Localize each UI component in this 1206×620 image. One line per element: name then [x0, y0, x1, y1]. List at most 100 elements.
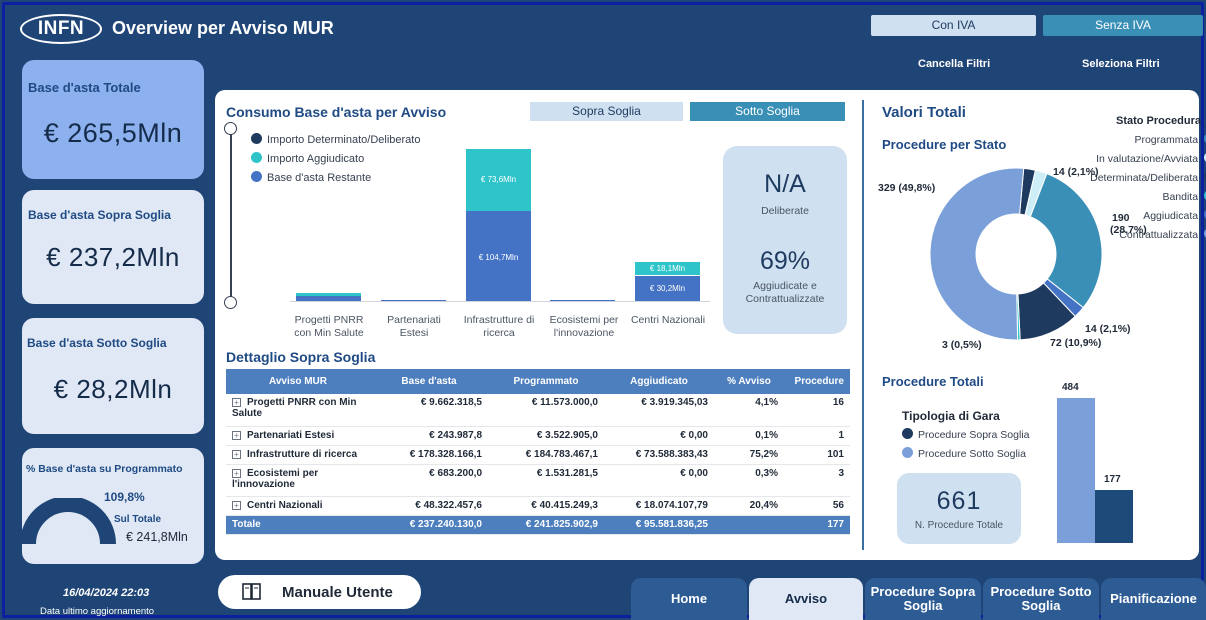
cell: 0,1%	[714, 426, 784, 446]
manuale-utente-label: Manuale Utente	[282, 583, 393, 601]
tab-procedure-sotto-soglia[interactable]: Procedure Sotto Soglia	[983, 578, 1099, 620]
legend-item-sotto[interactable]: Procedure Sotto Soglia	[902, 447, 1026, 460]
category-label: Ecosistemi per l'innovazione	[549, 314, 619, 339]
cell: 75,2%	[714, 445, 784, 465]
cell: € 0,00	[604, 464, 714, 497]
legend-label: Base d'asta Restante	[267, 172, 372, 184]
cell-avviso: + Partenariati Estesi	[226, 426, 370, 446]
expand-icon[interactable]: +	[232, 500, 241, 510]
bar-procedure-sopra[interactable]	[1095, 490, 1133, 543]
senza-iva-button[interactable]: Senza IVA	[1043, 15, 1203, 36]
kpi-base-asta-totale: Base d'asta Totale € 265,5Mln	[22, 60, 204, 179]
sopra-soglia-button[interactable]: Sopra Soglia	[530, 102, 683, 121]
col-header[interactable]: Base d'asta	[370, 369, 488, 394]
expand-icon[interactable]: +	[232, 430, 241, 440]
gauge-chart	[22, 498, 116, 545]
bar-value-label: 177	[1104, 474, 1121, 485]
expand-icon[interactable]: +	[232, 468, 241, 478]
tab-avviso[interactable]: Avviso	[749, 578, 863, 620]
tab-pianificazione[interactable]: Pianificazione	[1101, 578, 1206, 620]
bar-infrastrutture-aggiudicato[interactable]: € 73,6Mln	[466, 149, 531, 211]
cell: € 178.328.166,1	[370, 445, 488, 465]
range-slider-track[interactable]	[230, 128, 232, 303]
kpi-label: % Base d'asta su Programmato	[26, 463, 183, 475]
consumo-title: Consumo Base d'asta per Avviso	[226, 104, 447, 120]
cell: € 0,00	[604, 426, 714, 446]
legend-label: Importo Determinato/Deliberato	[267, 134, 421, 146]
valori-title: Valori Totali	[882, 104, 966, 121]
cell: € 73.588.383,43	[604, 445, 714, 465]
pie-slice[interactable]	[929, 167, 1025, 341]
cell: € 241.825.902,9	[488, 515, 604, 535]
cell: € 48.322.457,6	[370, 496, 488, 516]
cell-avviso: + Progetti PNRR con Min Salute	[226, 394, 370, 427]
tab-home[interactable]: Home	[631, 578, 747, 620]
table-row[interactable]: + Ecosistemi per l'innovazione € 683.200,0…	[226, 464, 850, 497]
con-iva-button[interactable]: Con IVA	[871, 15, 1036, 36]
cell: 1	[784, 426, 850, 446]
legend-dot	[251, 171, 262, 182]
legend-label: Importo Aggiudicato	[267, 153, 365, 165]
cell: € 3.522.905,0	[488, 426, 604, 446]
legend-item-programmata[interactable]: Programmata	[1060, 133, 1206, 152]
col-header[interactable]: Programmato	[488, 369, 604, 394]
total-procedures-value: 661	[936, 487, 982, 515]
legend-item-bandita[interactable]: Bandita	[1060, 190, 1206, 209]
kpi-sub-value: € 241,8Mln	[126, 530, 188, 544]
bar-procedure-sotto[interactable]	[1057, 398, 1095, 543]
cell: € 18.074.107,79	[604, 496, 714, 516]
cancella-filtri-button[interactable]: Cancella Filtri	[918, 58, 990, 70]
cell: € 243.987,8	[370, 426, 488, 446]
col-header[interactable]: % Avviso	[714, 369, 784, 394]
pie-label: 3 (0,5%)	[942, 339, 982, 351]
total-procedures-card: 661 N. Procedure Totale	[897, 473, 1021, 544]
col-header[interactable]: Aggiudicato	[604, 369, 714, 394]
dettaglio-table: Avviso MUR Base d'asta Programmato Aggiu…	[226, 369, 850, 535]
expand-icon[interactable]: +	[232, 398, 241, 407]
cell: 20,4%	[714, 496, 784, 516]
col-header[interactable]: Procedure	[784, 369, 850, 394]
cell-avviso: + Ecosistemi per l'innovazione	[226, 464, 370, 497]
kpi-base-asta-sopra-soglia: Base d'asta Sopra Soglia € 237,2Mln	[22, 190, 204, 304]
cell: € 11.573.000,0	[488, 394, 604, 427]
legend-item-sopra[interactable]: Procedure Sopra Soglia	[902, 428, 1030, 441]
dettaglio-title: Dettaglio Sopra Soglia	[226, 349, 376, 365]
bar-infrastrutture-restante[interactable]: € 104,7Mln	[466, 211, 531, 301]
range-slider-handle-bottom[interactable]	[224, 296, 237, 309]
stato-legend-title: Stato Procedura	[1116, 115, 1201, 127]
book-icon	[242, 583, 261, 600]
table-row[interactable]: + Infrastrutture di ricerca € 178.328.166,…	[226, 445, 850, 465]
bar-centri-restante[interactable]: € 30,2Mln	[635, 276, 700, 301]
table-row[interactable]: + Progetti PNRR con Min Salute € 9.662.318…	[226, 394, 850, 427]
legend-aggiudicato: Importo Aggiudicato	[251, 152, 364, 165]
range-slider-handle-top[interactable]	[224, 122, 237, 135]
kpi-label: Base d'asta Sotto Soglia	[27, 336, 167, 350]
kpi-label: Base d'asta Sopra Soglia	[28, 208, 171, 222]
pie-label: 72 (10,9%)	[1050, 337, 1102, 349]
table-row[interactable]: + Centri Nazionali € 48.322.457,6 € 40.415.…	[226, 496, 850, 516]
cell	[714, 515, 784, 535]
kpi-value: € 265,5Mln	[43, 118, 183, 148]
cell: 177	[784, 515, 850, 535]
expand-icon[interactable]: +	[232, 449, 241, 459]
kpi-label: Base d'asta Totale	[28, 80, 141, 95]
sotto-soglia-button[interactable]: Sotto Soglia	[690, 102, 845, 121]
total-procedures-label: N. Procedure Totale	[914, 520, 1004, 531]
cell: 0,3%	[714, 464, 784, 497]
cell: € 40.415.249,3	[488, 496, 604, 516]
manuale-utente-button[interactable]: Manuale Utente	[218, 575, 421, 609]
tab-procedure-sopra-soglia[interactable]: Procedure Sopra Soglia	[865, 578, 981, 620]
bar-centri-aggiudicato[interactable]: € 18,1Mln	[635, 262, 700, 275]
seleziona-filtri-button[interactable]: Seleziona Filtri	[1082, 58, 1160, 70]
update-date-label: Data ultimo aggiornamento	[40, 606, 155, 617]
stato-title: Procedure per Stato	[882, 137, 1007, 152]
kpi-sub-label: Sul Totale	[114, 514, 162, 525]
table-row[interactable]: + Partenariati Estesi € 243.987,8 € 3.522.9…	[226, 426, 850, 446]
kpi-value: € 28,2Mln	[53, 374, 173, 404]
cell: € 3.919.345,03	[604, 394, 714, 427]
pie-label: 329 (49,8%)	[878, 182, 936, 194]
deliberate-label: Deliberate	[761, 205, 809, 217]
aggiudicate-value: 69%	[759, 247, 811, 275]
update-date: 16/04/2024 22:03	[63, 587, 150, 599]
col-header[interactable]: Avviso MUR	[226, 369, 370, 394]
